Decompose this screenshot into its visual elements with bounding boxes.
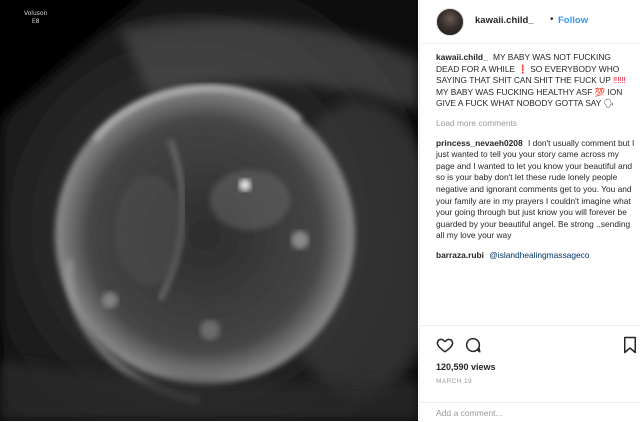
comments-list[interactable]: kawaii.child_ MY BABY WAS NOT FUCKING DE…	[436, 52, 636, 325]
ultrasound-brand-label: Voluson E8	[24, 10, 47, 26]
caption-username[interactable]: kawaii.child_	[436, 52, 488, 62]
add-comment-input[interactable]	[436, 406, 631, 420]
bookmark-icon[interactable]	[623, 336, 637, 354]
caption-text-3: MY BABY WAS FUCKING HEALTHY ASF	[436, 86, 593, 97]
follow-button[interactable]: Follow	[558, 15, 588, 26]
ultrasound-brand-line2: E8	[31, 18, 40, 25]
caption: kawaii.child_ MY BABY WAS NOT FUCKING DE…	[436, 52, 636, 110]
post-header: kawaii.child_ • Follow	[420, 0, 640, 44]
post-actions: 120,590 views MARCH 19	[420, 325, 640, 421]
comment-mention-link[interactable]: @islandhealingmassageco	[489, 250, 589, 260]
ultrasound-image	[0, 0, 418, 421]
post-date: MARCH 19	[436, 378, 473, 385]
post-media[interactable]: Voluson E8	[0, 0, 418, 421]
load-more-comments-link[interactable]: Load more comments	[436, 118, 636, 130]
view-count: 120,590 views	[436, 362, 496, 372]
comment-icon[interactable]	[464, 336, 482, 354]
comment-text: I don't usually comment but I just wante…	[436, 137, 635, 241]
header-username[interactable]: kawaii.child_	[475, 15, 534, 26]
add-comment-bar	[420, 402, 640, 422]
list-item: princess_nevaeh0208 I don't usually comm…	[436, 138, 636, 242]
comment-username[interactable]: princess_nevaeh0208	[436, 138, 523, 148]
caption-emoji-1: ❗	[517, 63, 528, 74]
heart-icon[interactable]	[436, 336, 454, 354]
caption-emoji-2: ‼‼‼	[613, 75, 626, 86]
header-separator: •	[550, 14, 554, 25]
avatar[interactable]	[436, 8, 464, 36]
list-item: barraza.rubi @islandhealingmassageco	[436, 250, 636, 262]
post-sidebar: kawaii.child_ • Follow kawaii.child_ MY …	[419, 0, 640, 421]
ultrasound-brand-line1: Voluson	[24, 10, 48, 17]
caption-emoji-3: 💯	[594, 86, 606, 97]
caption-emoji-4: 🗣	[603, 98, 615, 109]
comment-username[interactable]: barraza.rubi	[436, 250, 484, 260]
